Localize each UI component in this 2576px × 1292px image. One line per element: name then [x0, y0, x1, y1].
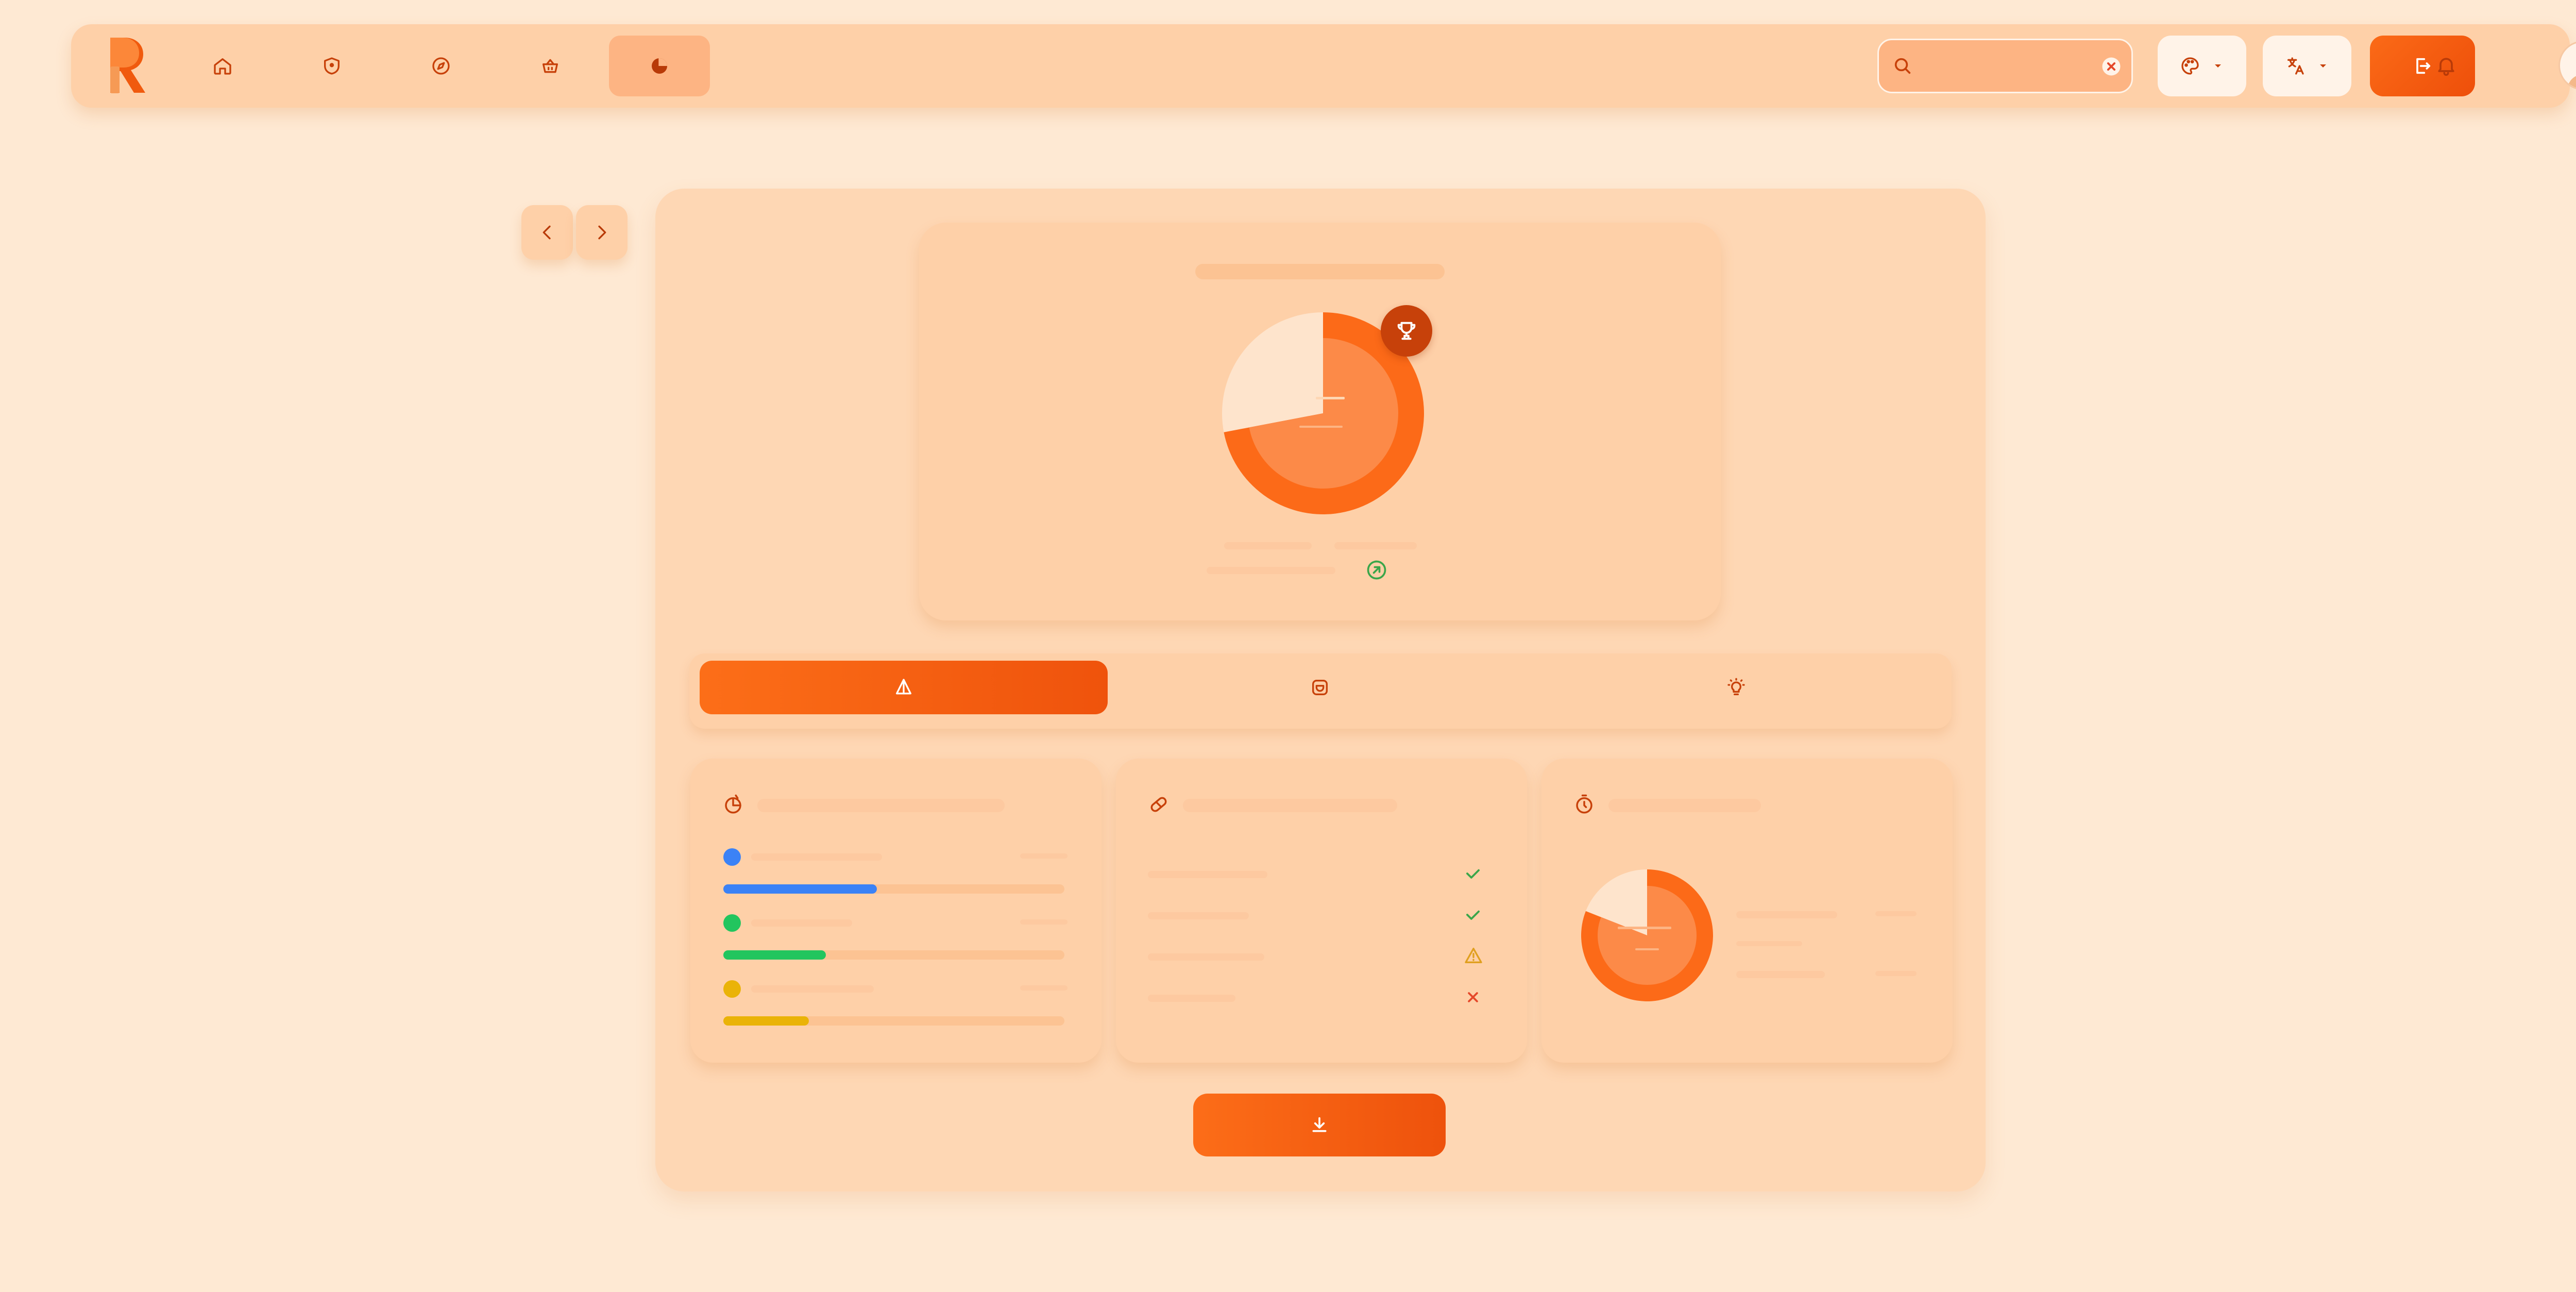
- progress-fill-green: [723, 950, 826, 960]
- breakdown-title-placeholder: [757, 799, 1005, 812]
- series-label-placeholder: [751, 853, 882, 861]
- download-icon: [1309, 1115, 1330, 1135]
- breakdown-panel: [690, 759, 1101, 1063]
- series-label-placeholder: [751, 919, 852, 927]
- tab-overview[interactable]: [700, 661, 1108, 714]
- nav-security-button[interactable]: [281, 36, 382, 96]
- nav-basket-button[interactable]: [500, 36, 601, 96]
- search-icon: [1892, 56, 1913, 76]
- top-navigation-bar: [71, 24, 2576, 108]
- score-value-placeholder: [1316, 397, 1345, 399]
- timing-stat-placeholder: [1736, 911, 1837, 918]
- pie-chart-icon: [649, 56, 670, 76]
- trophy-icon: [1395, 319, 1418, 343]
- achievement-badge: [1381, 305, 1432, 357]
- check-icon: [1463, 864, 1483, 883]
- timing-panel: [1541, 759, 1953, 1063]
- stat-placeholder-1: [1224, 542, 1312, 549]
- series-label-placeholder: [751, 985, 874, 993]
- notifications-button[interactable]: [2435, 54, 2458, 77]
- timing-stat-value-placeholder: [1875, 911, 1917, 916]
- download-report-button[interactable]: [1193, 1094, 1446, 1156]
- timing-stat-placeholder: [1736, 941, 1802, 946]
- check-icon: [1463, 905, 1483, 925]
- score-summary-card: [919, 223, 1721, 620]
- series-dot-green: [723, 914, 741, 932]
- shield-icon: [321, 56, 342, 76]
- check-row-label-placeholder: [1148, 953, 1264, 961]
- home-icon: [212, 56, 233, 76]
- nav-analytics-button[interactable]: [609, 36, 710, 96]
- progress-fill-blue: [723, 884, 877, 894]
- x-icon: [1463, 987, 1483, 1007]
- language-selector-button[interactable]: [2263, 36, 2351, 96]
- chevron-left-icon: [537, 222, 557, 243]
- timing-stat-value-placeholder: [1875, 971, 1917, 976]
- basket-icon: [540, 56, 561, 76]
- timer-chart-icon: [722, 794, 744, 815]
- tab-insights[interactable]: [1532, 661, 1940, 714]
- chevron-down-icon: [2212, 60, 2224, 72]
- logout-icon: [2412, 56, 2433, 76]
- camera-box-icon: [1310, 677, 1330, 698]
- series-value-placeholder: [1020, 985, 1067, 991]
- pyramid-icon: [893, 677, 914, 698]
- translate-icon: [2285, 56, 2306, 76]
- progress-track: [723, 884, 1064, 894]
- chevron-right-icon: [591, 222, 612, 243]
- series-value-placeholder: [1020, 919, 1067, 925]
- timing-value-placeholder: [1618, 927, 1671, 929]
- nav-explore-button[interactable]: [391, 36, 492, 96]
- palette-icon: [2180, 56, 2200, 76]
- series-value-placeholder: [1020, 853, 1067, 859]
- app-logo[interactable]: [99, 36, 150, 96]
- forward-button[interactable]: [576, 205, 628, 260]
- check-row-label-placeholder: [1148, 871, 1267, 878]
- logout-button[interactable]: [2370, 36, 2475, 96]
- timing-title-placeholder: [1608, 799, 1761, 812]
- search-input[interactable]: [1920, 49, 2077, 83]
- tab-media[interactable]: [1116, 661, 1524, 714]
- theme-selector-button[interactable]: [2158, 36, 2246, 96]
- pill-icon: [1148, 794, 1170, 815]
- checklist-panel: [1116, 759, 1527, 1063]
- score-label-placeholder: [1299, 426, 1343, 428]
- report-tabs: [689, 653, 1952, 729]
- bell-icon: [2435, 54, 2458, 77]
- search-bar[interactable]: [1877, 39, 2133, 93]
- clear-search-icon[interactable]: [2100, 56, 2122, 77]
- timing-donut-chart: [1581, 869, 1714, 1001]
- stat-placeholder-3: [1207, 567, 1335, 574]
- back-button[interactable]: [521, 205, 573, 260]
- stat-placeholder-2: [1334, 542, 1417, 549]
- timing-stat-placeholder: [1736, 971, 1825, 978]
- timing-label-placeholder: [1635, 948, 1659, 950]
- progress-track: [723, 1016, 1064, 1026]
- compass-icon: [431, 56, 451, 76]
- check-row-label-placeholder: [1148, 995, 1235, 1002]
- user-silhouette-icon: [2567, 76, 2576, 89]
- checklist-title-placeholder: [1183, 799, 1397, 812]
- stopwatch-icon: [1573, 794, 1595, 815]
- progress-track: [723, 950, 1064, 960]
- progress-fill-yellow: [723, 1016, 809, 1026]
- bulb-icon: [1726, 677, 1747, 698]
- series-dot-yellow: [723, 980, 741, 998]
- series-dot-blue: [723, 848, 741, 866]
- score-title-placeholder: [1195, 264, 1445, 279]
- check-row-label-placeholder: [1148, 912, 1249, 919]
- nav-home-button[interactable]: [172, 36, 273, 96]
- warning-icon: [1463, 945, 1484, 966]
- user-avatar[interactable]: [2558, 41, 2576, 90]
- chevron-down-icon: [2317, 60, 2329, 72]
- trend-up-icon: [1365, 559, 1388, 581]
